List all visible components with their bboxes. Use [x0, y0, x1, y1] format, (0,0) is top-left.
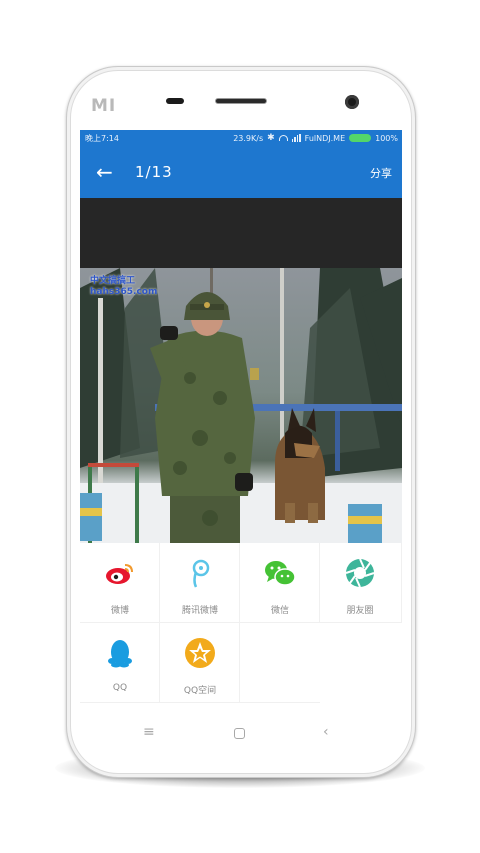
- share-qq[interactable]: QQ: [80, 623, 160, 703]
- share-weibo[interactable]: 微博: [80, 543, 160, 623]
- network-speed: 23.9K/s: [233, 133, 264, 143]
- watermark-line-2: hahs365.com: [90, 287, 158, 297]
- back-icon[interactable]: ‹: [323, 724, 329, 740]
- tencent-weibo-icon: [192, 559, 210, 588]
- qzone-icon: [185, 638, 215, 668]
- status-right: 23.9K/s ✱ FulNDJ.ME 100%: [233, 133, 398, 143]
- battery-percent: 100%: [375, 133, 398, 143]
- share-label: 微博: [110, 606, 129, 616]
- share-label: QQ空间: [183, 686, 217, 696]
- home-icon[interactable]: [234, 728, 245, 739]
- arrow-left-icon[interactable]: ←: [96, 160, 113, 184]
- watermark-line-1: 中文搞搞工: [90, 276, 136, 286]
- qq-icon: [108, 640, 132, 668]
- share-button[interactable]: 分享: [370, 165, 392, 181]
- empty-cell: [240, 623, 320, 703]
- bluetooth-icon: ✱: [267, 133, 275, 143]
- brand-logo: MI: [91, 96, 117, 116]
- earpiece-speaker: [215, 98, 267, 104]
- photo-soldier-and-dog[interactable]: 中文搞搞工 hahs365.com: [80, 268, 402, 543]
- photo-illustration: [80, 268, 402, 543]
- status-time: 晚上7:14: [85, 134, 119, 143]
- share-label: 朋友圈: [346, 606, 374, 616]
- wifi-icon: [278, 135, 288, 141]
- menu-icon[interactable]: ≡: [143, 724, 155, 740]
- image-watermark: 中文搞搞工 hahs365.com: [90, 276, 157, 298]
- share-label: 腾讯微博: [181, 606, 218, 616]
- front-camera: [345, 95, 359, 109]
- share-moments[interactable]: 朋友圈: [320, 543, 402, 623]
- weibo-icon: [106, 564, 133, 584]
- wechat-icon: [265, 561, 296, 586]
- share-wechat[interactable]: 微信: [240, 543, 320, 623]
- app-toolbar: ← 1/13 分享: [80, 146, 402, 198]
- share-label: 微信: [270, 606, 289, 616]
- share-label: QQ: [112, 683, 128, 693]
- share-panel: 微博 腾讯微博 微信 朋友圈 QQ QQ空间: [80, 543, 402, 703]
- moments-icon: [345, 558, 375, 588]
- image-top-backdrop: [80, 198, 402, 268]
- screen: 晚上7:14 23.9K/s ✱ FulNDJ.ME 100% ← 1/13 分…: [80, 130, 402, 703]
- status-bar: 晚上7:14 23.9K/s ✱ FulNDJ.ME 100%: [80, 130, 402, 146]
- proximity-sensor: [166, 98, 184, 104]
- signal-icon: [291, 134, 301, 142]
- image-counter: 1/13: [135, 163, 173, 181]
- carrier-name: FulNDJ.ME: [304, 133, 346, 143]
- share-qzone[interactable]: QQ空间: [160, 623, 240, 703]
- battery-icon: [349, 134, 372, 142]
- share-tencent-weibo[interactable]: 腾讯微博: [160, 543, 240, 623]
